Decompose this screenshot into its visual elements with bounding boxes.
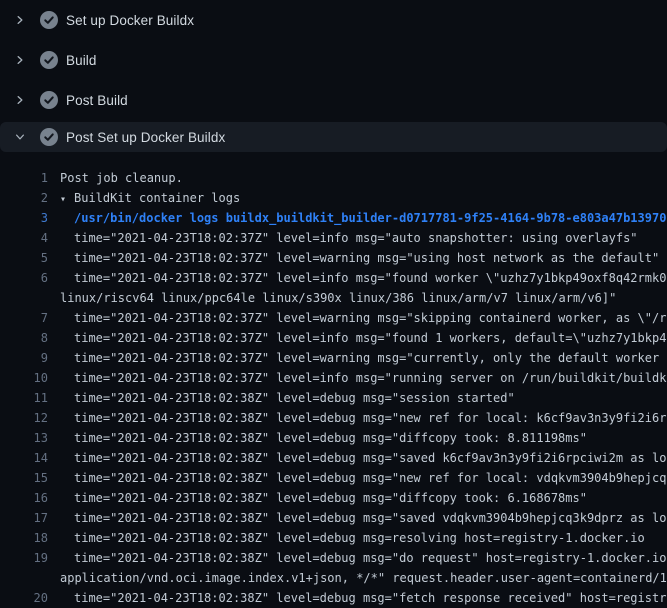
log-text: time="2021-04-23T18:02:38Z" level=debug … — [74, 448, 667, 468]
log-line: 19 time="2021-04-23T18:02:38Z" level=debu… — [0, 548, 667, 568]
log-text: time="2021-04-23T18:02:38Z" level=debug … — [74, 388, 515, 408]
line-number[interactable]: 8 — [0, 328, 48, 348]
log-line: 12 time="2021-04-23T18:02:38Z" level=debu… — [0, 408, 667, 428]
line-number[interactable]: 13 — [0, 428, 48, 448]
log-text: time="2021-04-23T18:02:37Z" level=info m… — [74, 368, 667, 388]
line-number[interactable]: 14 — [0, 448, 48, 468]
check-circle-icon — [40, 91, 58, 109]
log-line: 9 time="2021-04-23T18:02:37Z" level=warni… — [0, 348, 667, 368]
line-number[interactable]: 15 — [0, 468, 48, 488]
log-line: 8 time="2021-04-23T18:02:37Z" level=info … — [0, 328, 667, 348]
log-line: 15 time="2021-04-23T18:02:38Z" level=debu… — [0, 468, 667, 488]
line-number[interactable]: 20 — [0, 588, 48, 608]
group-title: BuildKit container logs — [74, 191, 240, 205]
log-line: 16 time="2021-04-23T18:02:38Z" level=debu… — [0, 488, 667, 508]
line-number[interactable]: 7 — [0, 308, 48, 328]
step-row-post-set-up-docker-buildx[interactable]: Post Set up Docker Buildx — [0, 122, 667, 152]
log-text: time="2021-04-23T18:02:38Z" level=debug … — [74, 408, 667, 428]
log-text: time="2021-04-23T18:02:37Z" level=warnin… — [74, 248, 659, 268]
log-text: time="2021-04-23T18:02:37Z" level=warnin… — [74, 348, 667, 368]
line-number[interactable]: 3 — [0, 208, 48, 228]
group-toggle-icon[interactable]: ▾ — [60, 190, 74, 210]
log-text: time="2021-04-23T18:02:38Z" level=debug … — [74, 508, 667, 528]
log-line: 20 time="2021-04-23T18:02:38Z" level=debu… — [0, 588, 667, 608]
line-number[interactable]: 17 — [0, 508, 48, 528]
log-line: 10 time="2021-04-23T18:02:37Z" level=info… — [0, 368, 667, 388]
log-text: time="2021-04-23T18:02:38Z" level=debug … — [74, 428, 587, 448]
line-number[interactable]: 5 — [0, 248, 48, 268]
log-line: application/vnd.oci.image.index.v1+json,… — [0, 568, 667, 588]
chevron-right-icon — [14, 14, 26, 26]
job-steps-list: Set up Docker Buildx Build Post Build Po… — [0, 0, 667, 152]
log-text: time="2021-04-23T18:02:38Z" level=debug … — [74, 488, 587, 508]
chevron-right-icon — [14, 54, 26, 66]
line-number[interactable]: 12 — [0, 408, 48, 428]
line-number[interactable]: 1 — [0, 168, 48, 188]
line-number[interactable]: 18 — [0, 528, 48, 548]
log-line: linux/riscv64 linux/ppc64le linux/s390x … — [0, 288, 667, 308]
line-number — [0, 568, 48, 588]
log-line: 7 time="2021-04-23T18:02:37Z" level=warni… — [0, 308, 667, 328]
log-text: time="2021-04-23T18:02:38Z" level=debug … — [74, 548, 667, 568]
log-text: time="2021-04-23T18:02:37Z" level=info m… — [74, 228, 638, 248]
step-title: Post Build — [66, 93, 128, 108]
step-title: Post Set up Docker Buildx — [66, 130, 225, 145]
log-text: time="2021-04-23T18:02:37Z" level=info m… — [74, 268, 667, 288]
log-text: linux/riscv64 linux/ppc64le linux/s390x … — [60, 288, 616, 308]
log-line: 1 Post job cleanup. — [0, 168, 667, 188]
log-text: time="2021-04-23T18:02:38Z" level=debug … — [74, 468, 667, 488]
line-number[interactable]: 11 — [0, 388, 48, 408]
step-row-build[interactable]: Build — [0, 40, 667, 80]
log-line: 11 time="2021-04-23T18:02:38Z" level=debu… — [0, 388, 667, 408]
log-text: time="2021-04-23T18:02:37Z" level=info m… — [74, 328, 667, 348]
log-line: 4 time="2021-04-23T18:02:37Z" level=info … — [0, 228, 667, 248]
log-text: time="2021-04-23T18:02:38Z" level=debug … — [74, 588, 667, 608]
check-circle-icon — [40, 11, 58, 29]
log-line: 17 time="2021-04-23T18:02:38Z" level=debu… — [0, 508, 667, 528]
log-line: 5 time="2021-04-23T18:02:37Z" level=warni… — [0, 248, 667, 268]
line-number[interactable]: 9 — [0, 348, 48, 368]
check-circle-icon — [40, 51, 58, 69]
step-title: Build — [66, 53, 97, 68]
line-number — [0, 288, 48, 308]
step-title: Set up Docker Buildx — [66, 13, 194, 28]
log-group-row: 2 ▾BuildKit container logs — [0, 188, 667, 208]
log-text: /usr/bin/docker logs buildx_buildkit_bui… — [74, 208, 666, 228]
log-text: application/vnd.oci.image.index.v1+json,… — [60, 568, 667, 588]
line-number[interactable]: 4 — [0, 228, 48, 248]
line-number[interactable]: 10 — [0, 368, 48, 388]
log-line: 3/usr/bin/docker logs buildx_buildkit_bu… — [0, 208, 667, 228]
log-line: 6 time="2021-04-23T18:02:37Z" level=info … — [0, 268, 667, 288]
log-text: time="2021-04-23T18:02:38Z" level=debug … — [74, 528, 645, 548]
chevron-right-icon — [14, 94, 26, 106]
line-number[interactable]: 19 — [0, 548, 48, 568]
log-text: time="2021-04-23T18:02:37Z" level=warnin… — [74, 308, 667, 328]
log-line: 14 time="2021-04-23T18:02:38Z" level=debu… — [0, 448, 667, 468]
check-circle-icon — [40, 128, 58, 146]
log-text: Post job cleanup. — [60, 168, 183, 188]
chevron-down-icon — [14, 131, 26, 143]
log-line: 18 time="2021-04-23T18:02:38Z" level=debu… — [0, 528, 667, 548]
line-number[interactable]: 6 — [0, 268, 48, 288]
step-row-post-build[interactable]: Post Build — [0, 80, 667, 120]
line-number[interactable]: 16 — [0, 488, 48, 508]
log-line: 13 time="2021-04-23T18:02:38Z" level=debu… — [0, 428, 667, 448]
log-text: ▾BuildKit container logs — [60, 188, 240, 208]
line-number[interactable]: 2 — [0, 188, 48, 208]
log-lines: 1 Post job cleanup. 2 ▾BuildKit container l… — [0, 152, 667, 608]
step-row-set-up-docker-buildx[interactable]: Set up Docker Buildx — [0, 0, 667, 40]
